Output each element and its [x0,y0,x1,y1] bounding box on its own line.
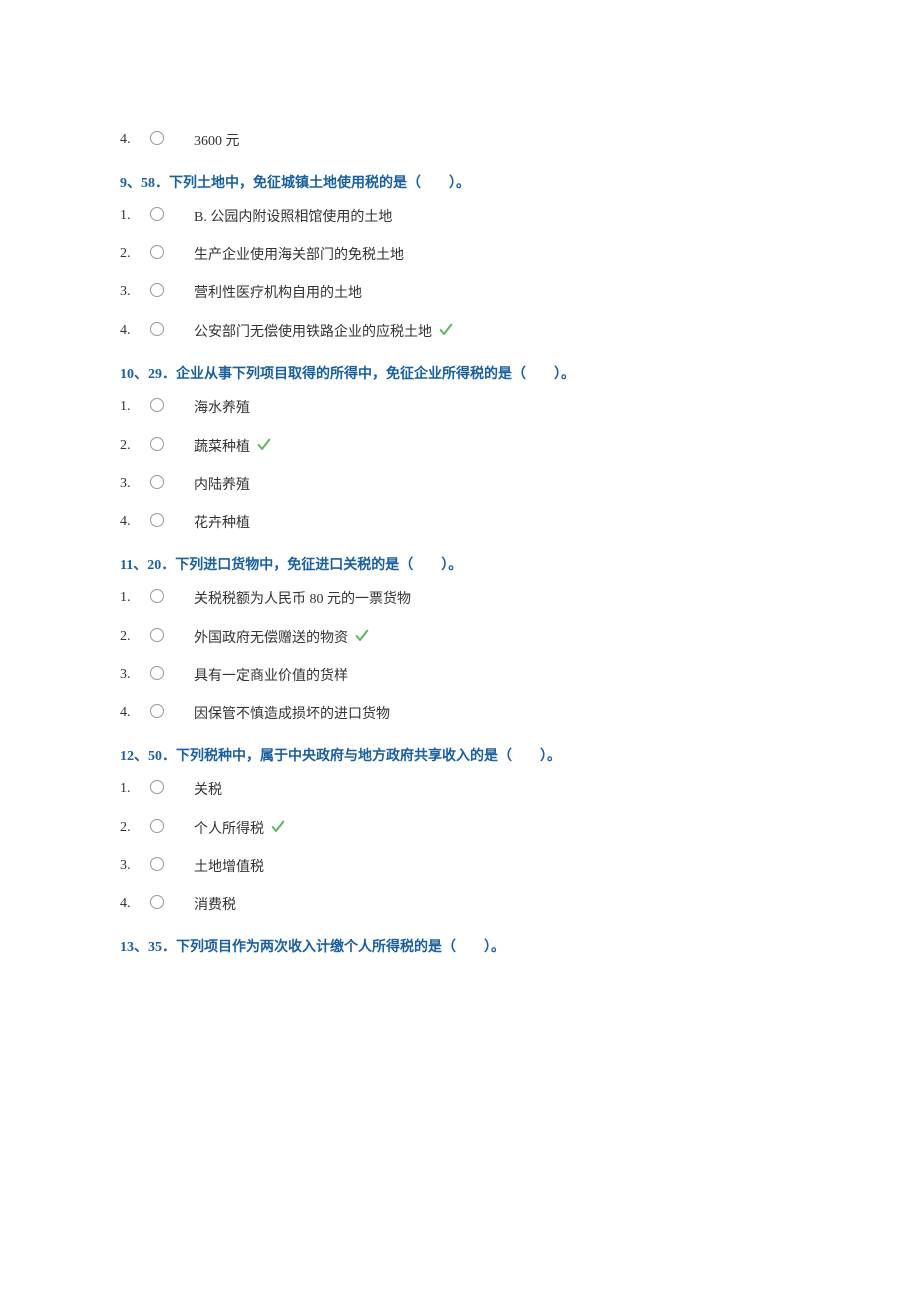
option-row: 4. 公安部门无偿使用铁路企业的应税土地 [120,320,800,341]
radio-button[interactable] [150,398,164,412]
question-title: 11、20．下列进口货物中，免征进口关税的是（ ）。 [120,554,800,574]
option-number: 2. [120,820,150,836]
option-text: 海水养殖 [194,397,250,417]
option-row: 2. 蔬菜种植 [120,435,800,456]
radio-button[interactable] [150,437,164,451]
option-number: 3. [120,667,150,683]
option-text: B. 公园内附设照相馆使用的土地 [194,206,392,226]
radio-button[interactable] [150,475,164,489]
option-row: 1. B. 公园内附设照相馆使用的土地 [120,206,800,226]
option-number: 3. [120,476,150,492]
check-icon [438,322,454,343]
radio-button[interactable] [150,704,164,718]
radio-button[interactable] [150,283,164,297]
question-block: 11、20．下列进口货物中，免征进口关税的是（ ）。 1. 关税税额为人民币 80 … [120,554,800,723]
question-title: 9、58．下列土地中，免征城镇土地使用税的是（ ）。 [120,172,800,192]
question-title: 12、50．下列税种中，属于中央政府与地方政府共享收入的是（ ）。 [120,745,800,765]
option-number: 4. [120,705,150,721]
option-number: 1. [120,781,150,797]
radio-button[interactable] [150,131,164,145]
check-icon [256,437,272,458]
radio-button[interactable] [150,895,164,909]
option-text: 生产企业使用海关部门的免税土地 [194,244,404,264]
question-block: 9、58．下列土地中，免征城镇土地使用税的是（ ）。 1. B. 公园内附设照相馆使… [120,172,800,341]
option-text: 消费税 [194,894,236,914]
option-row: 3. 内陆养殖 [120,474,800,494]
radio-button[interactable] [150,513,164,527]
option-text: 个人所得税 [194,818,264,838]
radio-button[interactable] [150,780,164,794]
option-number: 2. [120,438,150,454]
option-number: 1. [120,208,150,224]
option-row: 1. 海水养殖 [120,397,800,417]
question-block: 12、50．下列税种中，属于中央政府与地方政府共享收入的是（ ）。 1. 关税 2. 个… [120,745,800,914]
option-text: 关税税额为人民币 80 元的一票货物 [194,588,411,608]
option-text: 关税 [194,779,222,799]
option-number: 4. [120,132,150,148]
radio-button[interactable] [150,628,164,642]
radio-button[interactable] [150,589,164,603]
option-row: 4. 消费税 [120,894,800,914]
option-number: 3. [120,284,150,300]
option-text: 具有一定商业价值的货样 [194,665,348,685]
radio-button[interactable] [150,207,164,221]
option-row: 1. 关税税额为人民币 80 元的一票货物 [120,588,800,608]
option-row: 4. 3600 元 [120,130,800,150]
option-row: 3. 营利性医疗机构自用的土地 [120,282,800,302]
radio-button[interactable] [150,245,164,259]
option-number: 2. [120,629,150,645]
question-block: 10、29．企业从事下列项目取得的所得中，免征企业所得税的是（ ）。 1. 海水养殖… [120,363,800,532]
radio-button[interactable] [150,322,164,336]
option-number: 3. [120,858,150,874]
option-row: 1. 关税 [120,779,800,799]
question-title: 10、29．企业从事下列项目取得的所得中，免征企业所得税的是（ ）。 [120,363,800,383]
question-block: 13、35．下列项目作为两次收入计缴个人所得税的是（ ）。 [120,936,800,956]
question-block: 4. 3600 元 [120,130,800,150]
option-text: 内陆养殖 [194,474,250,494]
option-text: 营利性医疗机构自用的土地 [194,282,362,302]
option-text: 蔬菜种植 [194,436,250,456]
option-row: 2. 外国政府无偿赠送的物资 [120,626,800,647]
option-row: 3. 具有一定商业价值的货样 [120,665,800,685]
radio-button[interactable] [150,819,164,833]
option-number: 1. [120,590,150,606]
option-number: 4. [120,323,150,339]
option-text: 土地增值税 [194,856,264,876]
radio-button[interactable] [150,857,164,871]
radio-button[interactable] [150,666,164,680]
option-number: 2. [120,246,150,262]
option-row: 4. 因保管不慎造成损坏的进口货物 [120,703,800,723]
option-row: 3. 土地增值税 [120,856,800,876]
option-row: 2. 生产企业使用海关部门的免税土地 [120,244,800,264]
option-text: 外国政府无偿赠送的物资 [194,627,348,647]
option-number: 4. [120,896,150,912]
option-number: 1. [120,399,150,415]
option-text: 花卉种植 [194,512,250,532]
check-icon [354,628,370,649]
option-text: 因保管不慎造成损坏的进口货物 [194,703,390,723]
option-number: 4. [120,514,150,530]
question-title: 13、35．下列项目作为两次收入计缴个人所得税的是（ ）。 [120,936,800,956]
option-row: 4. 花卉种植 [120,512,800,532]
check-icon [270,819,286,840]
option-text: 3600 元 [194,130,240,150]
option-text: 公安部门无偿使用铁路企业的应税土地 [194,321,432,341]
option-row: 2. 个人所得税 [120,817,800,838]
